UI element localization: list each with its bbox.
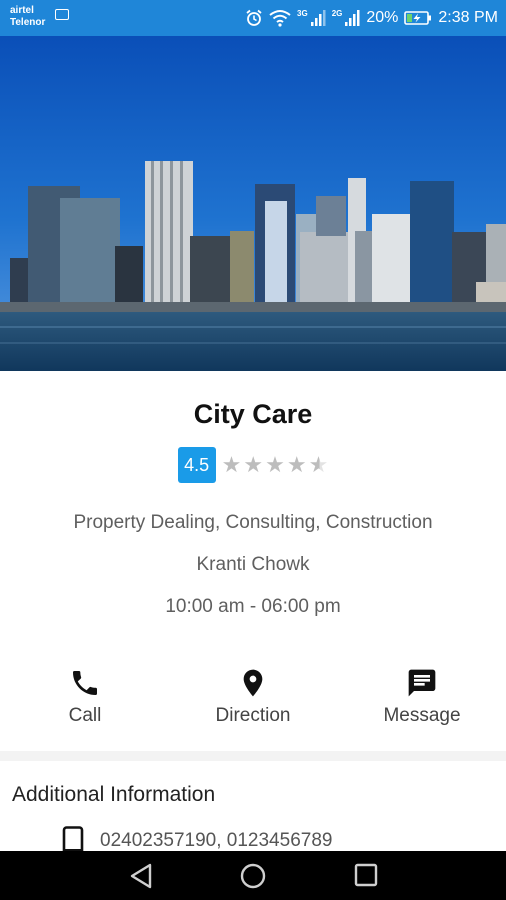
- network-type-1: 3G: [297, 8, 308, 18]
- star-icon: ★: [265, 452, 285, 477]
- direction-button[interactable]: Direction: [183, 667, 323, 727]
- phone-numbers: 02402357190, 0123456789: [100, 830, 333, 851]
- additional-info-section: Additional Information 02402357190, 0123…: [0, 761, 506, 856]
- clock: 2:38 PM: [438, 9, 498, 26]
- business-info: City Care 4.5 ★ ★ ★ ★ ★ Property Dealing…: [0, 371, 506, 751]
- star-icon: ★: [221, 452, 242, 477]
- carrier-2: Telenor: [10, 17, 46, 28]
- signal-icon: [345, 10, 360, 26]
- recent-apps-icon[interactable]: [353, 863, 379, 889]
- back-icon[interactable]: [128, 863, 156, 889]
- status-icons: 3G 2G 20% 2:38 PM: [245, 7, 498, 29]
- star-icon: ★: [243, 452, 264, 477]
- phone-icon: [73, 671, 97, 695]
- hero-image: [0, 36, 506, 371]
- message-icon: [408, 669, 436, 697]
- direction-label: Direction: [215, 705, 291, 726]
- business-hours: 10:00 am - 06:00 pm: [165, 596, 341, 617]
- business-category: Property Dealing, Consulting, Constructi…: [73, 512, 433, 533]
- half-star-icon: ★: [308, 452, 329, 477]
- call-button[interactable]: Call: [15, 667, 155, 727]
- carrier-labels: airtel Telenor: [10, 5, 45, 29]
- additional-info-title: Additional Information: [12, 783, 216, 806]
- battery-charging-icon: [404, 11, 432, 25]
- business-name: City Care: [193, 399, 313, 429]
- star-rating: ★ ★ ★ ★ ★: [222, 454, 329, 476]
- action-bar: Call Direction Message: [0, 667, 506, 737]
- business-address: Kranti Chowk: [196, 554, 310, 575]
- call-label: Call: [68, 705, 102, 726]
- section-divider: [0, 751, 506, 761]
- location-pin-icon: [243, 669, 263, 697]
- home-icon[interactable]: [239, 863, 267, 891]
- carrier-1: airtel: [10, 5, 34, 16]
- wifi-icon: [269, 10, 291, 27]
- image-notification-icon: [55, 9, 69, 20]
- alarm-icon: [246, 9, 262, 26]
- star-icon: ★: [286, 452, 307, 477]
- signal-icon: [310, 10, 326, 26]
- network-type-2: 2G: [331, 8, 343, 18]
- message-button[interactable]: Message: [352, 667, 492, 727]
- rating-badge: 4.5: [177, 447, 216, 483]
- battery-percent: 20%: [366, 9, 399, 26]
- message-label: Message: [383, 705, 461, 726]
- rating-row: 4.5 ★ ★ ★ ★ ★: [0, 447, 506, 483]
- status-bar: airtel Telenor 3G 2G 20% 2:38 PM: [0, 0, 506, 36]
- city-skyline-image: [0, 36, 506, 371]
- android-nav-bar: [0, 851, 506, 900]
